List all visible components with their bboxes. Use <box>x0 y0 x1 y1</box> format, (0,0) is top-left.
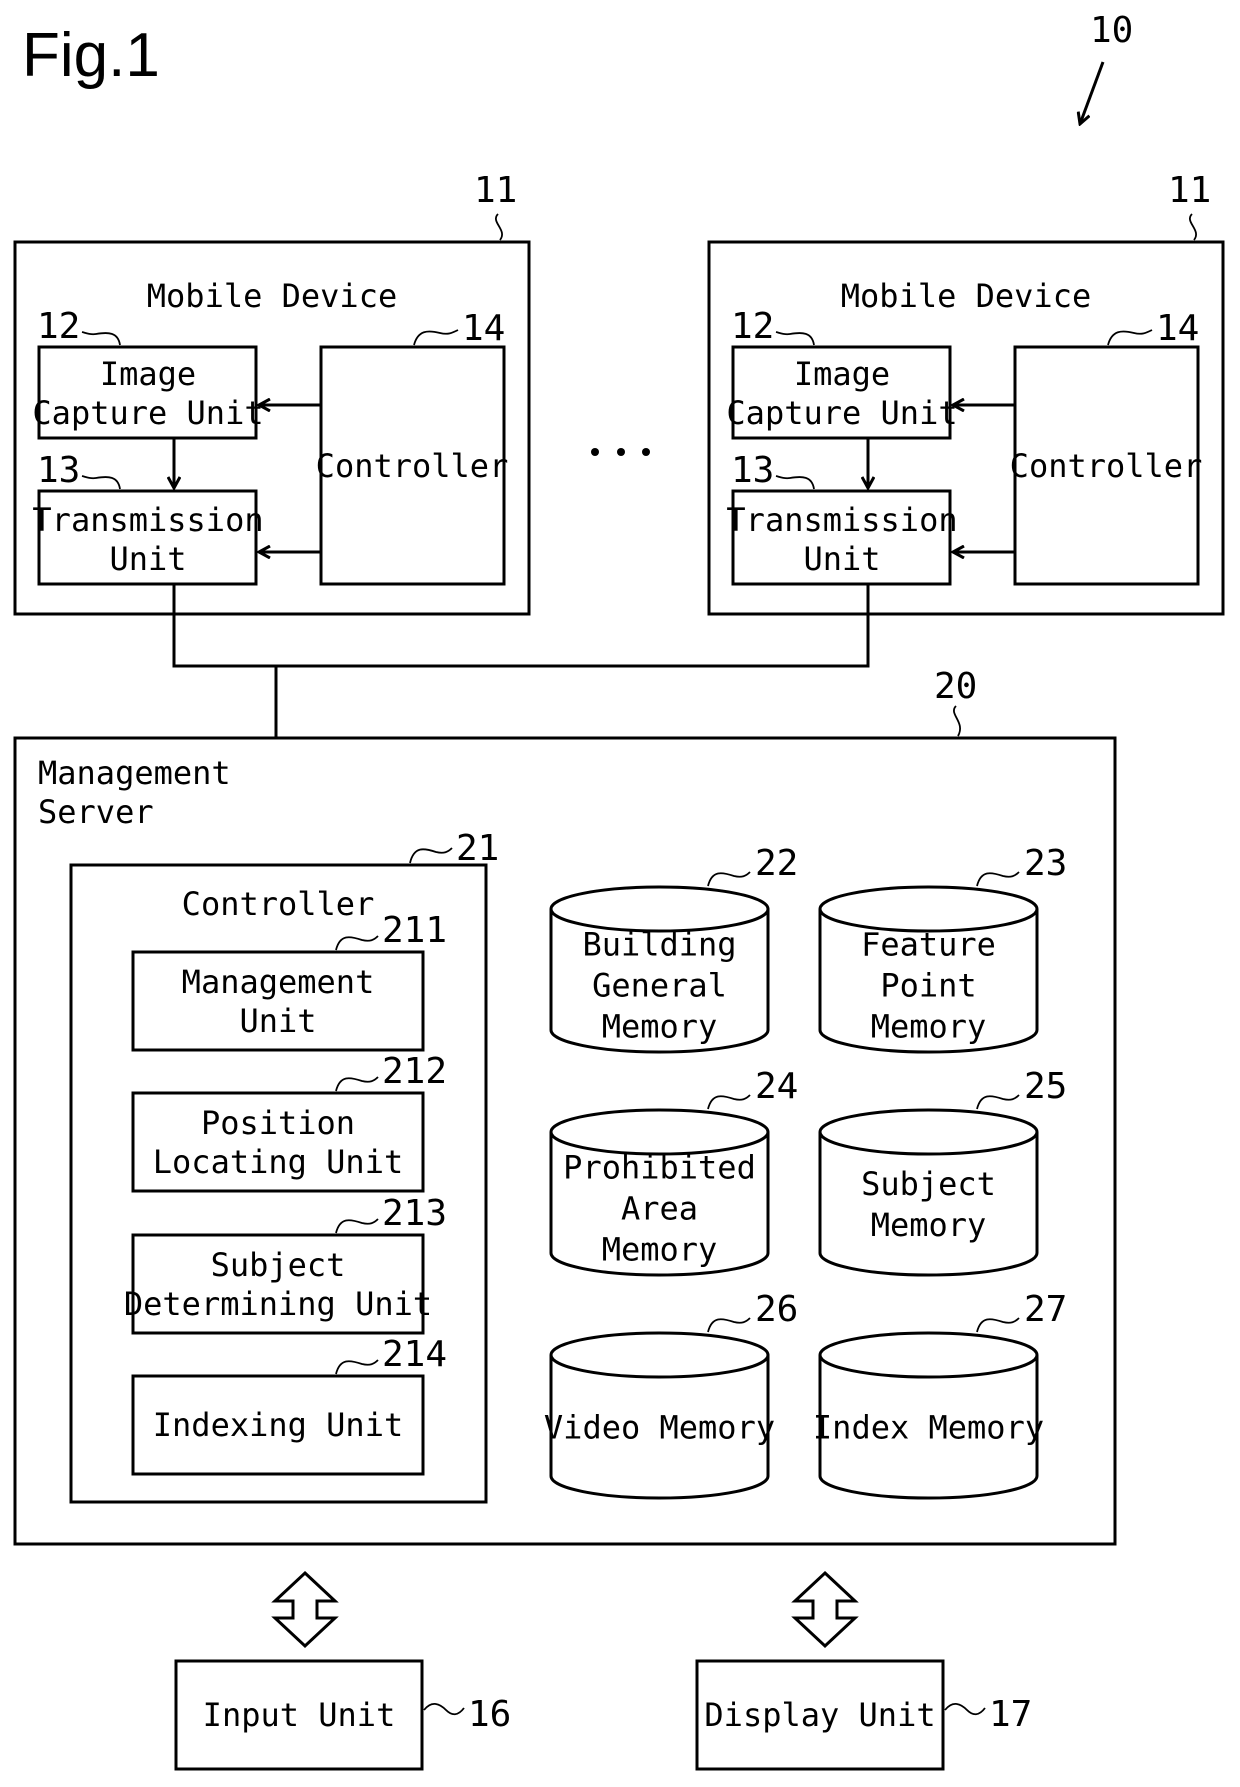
server-title-line-2: Server <box>38 793 154 831</box>
ref-label-memory: 24 <box>755 1066 798 1107</box>
unit-label-line-2: Unit <box>239 1002 316 1040</box>
memory-label-line-1: Video Memory <box>544 1409 775 1447</box>
memory-label-line-1: Building <box>582 926 736 964</box>
server-controller-title: Controller <box>182 885 375 923</box>
peripheral-display-unit: Display Unit 17 <box>695 1570 1032 1771</box>
dot <box>591 448 599 456</box>
ref-label-memory: 22 <box>755 843 798 884</box>
mobile-device-title: Mobile Device <box>841 277 1091 315</box>
memory-label-line-3: Memory <box>871 1008 987 1046</box>
memory-label-line-2: Point <box>880 967 976 1005</box>
image-capture-label-line-2: Capture Unit <box>726 394 957 432</box>
ref-label-unit: 214 <box>382 1334 447 1375</box>
leader-line <box>1189 213 1197 241</box>
mobile-devices: 11Mobile Device12ImageCapture Unit13Tran… <box>13 170 1225 616</box>
ref-label-transmission: 13 <box>37 450 80 491</box>
memory-label-line-2: Area <box>621 1190 698 1228</box>
ref-label-mobile-device: 11 <box>474 170 517 211</box>
ref-label-peripheral: 17 <box>989 1694 1032 1735</box>
bidirectional-arrow <box>791 1570 859 1649</box>
block-diagram: Fig.1 10 11Mobile Device12ImageCapture U… <box>13 10 1225 1771</box>
unit-label-line-1: Position <box>201 1104 355 1142</box>
system-pointer-arrow <box>1080 61 1105 124</box>
controller-units: 211ManagementUnit 212 PositionLocating Uni… <box>124 910 447 1476</box>
unit-label-line-2: Determining Unit <box>124 1285 432 1323</box>
image-capture-label-line-1: Image <box>100 355 196 393</box>
transmission-label-line-1: Transmission <box>726 501 957 539</box>
mobile-controller-label: Controller <box>316 447 509 485</box>
ref-label-image-capture: 12 <box>37 306 80 347</box>
ref-label-peripheral: 16 <box>468 1694 511 1735</box>
ref-label-mobile-device: 11 <box>1168 170 1211 211</box>
peripheral-label: Display Unit <box>704 1696 935 1734</box>
ref-label-server: 20 <box>934 666 977 707</box>
ref-label-mobile-controller: 14 <box>462 308 505 349</box>
ellipsis-dots <box>591 448 650 456</box>
ref-label-unit: 212 <box>382 1051 447 1092</box>
leader-line <box>953 705 961 737</box>
memory-label-line-2: Memory <box>871 1206 987 1244</box>
ref-label-memory: 27 <box>1024 1289 1067 1330</box>
ref-label-mobile-controller: 14 <box>1156 308 1199 349</box>
leader-line <box>944 1703 986 1716</box>
mobile-device: 11 Mobile Device 12 ImageCapture Unit 13 Tran… <box>13 170 531 616</box>
dot <box>642 448 650 456</box>
ref-label-unit: 213 <box>382 1193 447 1234</box>
dot <box>617 448 625 456</box>
image-capture-label-line-1: Image <box>794 355 890 393</box>
peripheral-label: Input Unit <box>203 1696 396 1734</box>
ref-label-memory: 23 <box>1024 843 1067 884</box>
leader-line <box>495 213 503 241</box>
ref-label-image-capture: 12 <box>731 306 774 347</box>
mobile-device: 11 Mobile Device 12 ImageCapture Unit 13 Tran… <box>707 170 1225 616</box>
memory-label-line-1: Feature <box>861 926 996 964</box>
unit-label-line-1: Indexing Unit <box>153 1406 403 1444</box>
memory-label-line-1: Prohibited <box>563 1149 756 1187</box>
mobile-controller-label: Controller <box>1010 447 1203 485</box>
transmission-label-line-2: Unit <box>803 540 880 578</box>
memory-label-line-3: Memory <box>602 1008 718 1046</box>
peripherals: Input Unit 16 Display Unit 17 <box>174 1570 1032 1771</box>
ref-label-system: 10 <box>1090 10 1133 51</box>
ref-label-unit: 211 <box>382 910 447 951</box>
ref-label-transmission: 13 <box>731 450 774 491</box>
peripheral-input-unit: Input Unit 16 <box>174 1570 511 1771</box>
unit-label-line-2: Locating Unit <box>153 1143 403 1181</box>
memory-label-line-2: General <box>592 967 727 1005</box>
transmission-label-line-2: Unit <box>109 540 186 578</box>
ref-label-memory: 25 <box>1024 1066 1067 1107</box>
memory-label-line-1: Index Memory <box>813 1409 1044 1447</box>
transmission-label-line-1: Transmission <box>32 501 263 539</box>
management-server: 20 Management Server 21 Controller 211Ma… <box>13 666 1117 1546</box>
ref-label-controller: 21 <box>456 828 499 869</box>
unit-label-line-1: Management <box>182 963 375 1001</box>
unit-label-line-1: Subject <box>211 1246 346 1284</box>
memory-label-line-1: Subject <box>861 1165 996 1203</box>
memory-label-line-3: Memory <box>602 1231 718 1269</box>
mobile-device-title: Mobile Device <box>147 277 397 315</box>
leader-line <box>423 1703 465 1716</box>
image-capture-label-line-2: Capture Unit <box>32 394 263 432</box>
figure-title: Fig.1 <box>22 21 160 90</box>
bidirectional-arrow <box>271 1570 339 1649</box>
server-title-line-1: Management <box>38 754 231 792</box>
ref-label-memory: 26 <box>755 1289 798 1330</box>
